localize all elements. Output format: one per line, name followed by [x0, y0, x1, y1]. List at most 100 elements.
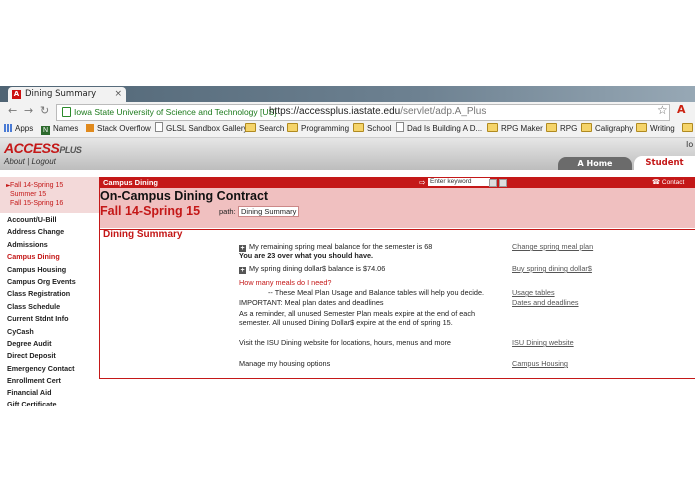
nav-item[interactable]: Class Schedule	[7, 301, 100, 313]
folder-icon	[487, 123, 498, 132]
usage-tables-link[interactable]: Usage tables	[512, 288, 555, 297]
bookmark-search[interactable]: Search	[245, 121, 284, 137]
tab-close-icon[interactable]: ×	[114, 87, 122, 102]
folder-icon	[353, 123, 364, 132]
breadcrumb[interactable]: Campus Dining	[103, 177, 158, 188]
term-option[interactable]: Fall 14-Spring 15	[10, 182, 63, 189]
dining-balance-text: My spring dining dollar$ balance is $74.…	[249, 264, 386, 273]
nav-item[interactable]: Address Change	[7, 226, 100, 238]
url-host: https://accessplus.iastate.edu	[269, 106, 401, 117]
search-go-icon[interactable]	[489, 179, 497, 187]
nav-item[interactable]: Account/U-Bill	[7, 214, 100, 226]
nav-item[interactable]: Degree Audit	[7, 338, 100, 350]
isu-dining-website-link[interactable]: ISU Dining website	[512, 338, 574, 347]
names-icon: N	[41, 126, 50, 135]
bookmark-school[interactable]: School	[353, 121, 391, 137]
url-path: /servlet/adp.A_Plus	[400, 106, 487, 117]
bookmark-rpg-maker[interactable]: RPG Maker	[487, 121, 543, 137]
bookmark-names[interactable]: N Names	[41, 121, 78, 137]
nav-item[interactable]: Current Stdnt Info	[7, 313, 100, 325]
reminder-line-2: semester. All unused Dining Dollar$ expi…	[239, 318, 453, 327]
visit-dining-text: Visit the ISU Dining website for locatio…	[239, 338, 451, 347]
term-title: Fall 14-Spring 15	[100, 204, 201, 218]
folder-icon	[546, 123, 557, 132]
left-nav: Account/U-Bill Address Change Admissions…	[7, 214, 100, 406]
term-option[interactable]: Summer 15	[10, 191, 46, 198]
summary-heading: Dining Summary	[103, 229, 183, 240]
contact-icon: ☎	[652, 179, 662, 186]
folder-icon	[636, 123, 647, 132]
nav-item-active[interactable]: Campus Dining	[7, 251, 100, 263]
bookmark-programming[interactable]: Programming	[287, 121, 349, 137]
search-help-icon[interactable]	[499, 179, 507, 187]
folder-icon	[245, 123, 256, 132]
url-text[interactable]: https://accessplus.iastate.edu/servlet/a…	[269, 104, 486, 120]
important-note: IMPORTANT: Meal plan dates and deadlines	[239, 298, 384, 307]
reload-icon[interactable]: ↻	[40, 104, 49, 117]
nav-item[interactable]: Direct Deposit	[7, 350, 100, 362]
header-links: About | Logout	[4, 157, 56, 166]
nav-item[interactable]: Emergency Contact	[7, 363, 100, 375]
page-icon	[155, 122, 163, 132]
bookmark-overflow-folder[interactable]	[682, 121, 695, 137]
keyword-arrow-icon: ⇨	[419, 178, 426, 187]
keyword-search-input[interactable]	[428, 178, 490, 186]
term-option[interactable]: Fall 15-Spring 16	[10, 200, 63, 207]
dates-deadlines-link[interactable]: Dates and deadlines	[512, 298, 579, 307]
folder-icon	[287, 123, 298, 132]
section-bar	[100, 177, 695, 188]
nav-item[interactable]: Gift Certificate	[7, 400, 100, 406]
over-note: You are 23 over what you should have.	[239, 251, 374, 260]
ev-certificate-label: Iowa State University of Science and Tec…	[74, 107, 277, 117]
folder-icon	[682, 123, 693, 132]
apps-grid-icon	[4, 124, 12, 132]
bookmark-rpg[interactable]: RPG	[546, 121, 577, 137]
nav-item[interactable]: Enrollment Cert	[7, 375, 100, 387]
bookmarks-bar: Apps N Names Stack Overflow GLSL Sandbox …	[0, 121, 695, 138]
bookmark-glsl[interactable]: GLSL Sandbox Gallery	[155, 121, 248, 137]
change-meal-plan-link[interactable]: Change spring meal plan	[512, 242, 593, 251]
forward-arrow-icon[interactable]: →	[24, 104, 33, 117]
nav-item[interactable]: Financial Aid	[7, 387, 100, 399]
dining-balance-row: + My spring dining dollar$ balance is $74…	[239, 264, 385, 274]
nav-item[interactable]: Campus Org Events	[7, 276, 100, 288]
path-label: path:	[219, 207, 236, 216]
meal-balance-text: My remaining spring meal balance for the…	[249, 242, 433, 251]
nav-item[interactable]: Admissions	[7, 239, 100, 251]
bookmark-writing[interactable]: Writing	[636, 121, 675, 137]
campus-housing-link[interactable]: Campus Housing	[512, 359, 568, 368]
site-favicon-icon: A	[12, 90, 21, 99]
bookmark-dad[interactable]: Dad Is Building A D...	[396, 121, 482, 137]
home-icon: A	[577, 159, 587, 168]
path-value[interactable]: Dining Summary	[238, 206, 300, 217]
header-edge-text: Io	[686, 140, 694, 149]
expand-plus-icon[interactable]: +	[239, 267, 246, 274]
stack-overflow-icon	[86, 124, 94, 132]
lock-icon	[62, 107, 71, 117]
folder-icon	[581, 123, 592, 132]
bookmark-apps[interactable]: Apps	[4, 121, 33, 137]
reminder-line-1: As a reminder, all unused Semester Plan …	[239, 309, 476, 318]
bookmark-stack-overflow[interactable]: Stack Overflow	[86, 121, 151, 137]
extension-icon[interactable]: A	[677, 103, 686, 116]
about-link[interactable]: About	[4, 157, 25, 166]
nav-item[interactable]: Class Registration	[7, 288, 100, 300]
page-icon	[396, 122, 404, 132]
how-many-meals-heading: How many meals do I need?	[239, 278, 332, 287]
housing-options-text: Manage my housing options	[239, 359, 331, 368]
accessplus-logo[interactable]: ACCESSPLUS	[4, 140, 82, 156]
logout-link[interactable]: Logout	[31, 157, 55, 166]
buy-dining-dollars-link[interactable]: Buy spring dining dollar$	[512, 264, 592, 273]
nav-item[interactable]: Campus Housing	[7, 264, 100, 276]
tables-note: -- These Meal Plan Usage and Balance tab…	[268, 288, 485, 297]
home-tab[interactable]: A Home	[558, 157, 632, 170]
contact-link[interactable]: ☎ Contact	[652, 177, 684, 188]
back-arrow-icon[interactable]: ←	[8, 104, 17, 117]
page-title: On-Campus Dining Contract	[100, 189, 269, 203]
bookmark-caligraphy[interactable]: Caligraphy	[581, 121, 633, 137]
bookmark-star-icon[interactable]: ☆	[657, 103, 668, 117]
browser-tab[interactable]: A Dining Summary ×	[8, 87, 126, 102]
nav-item[interactable]: CyCash	[7, 326, 100, 338]
tab-title: Dining Summary	[25, 89, 97, 99]
student-tab[interactable]: Student	[634, 156, 695, 170]
